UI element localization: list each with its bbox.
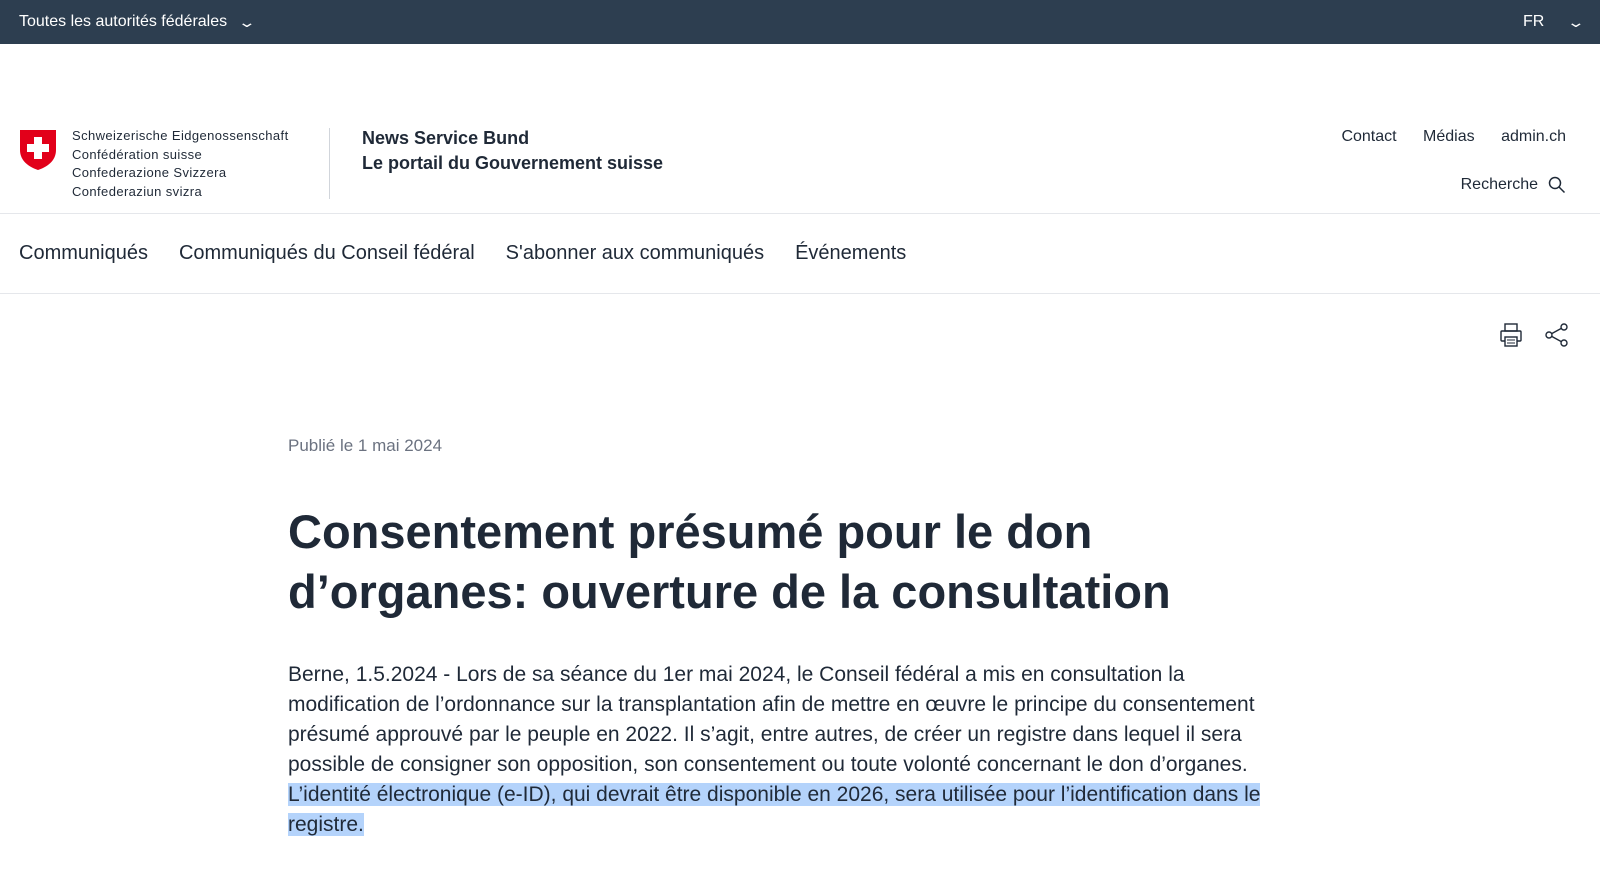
- nav-communiques-conseil-federal[interactable]: Communiqués du Conseil fédéral: [179, 242, 475, 265]
- article-title-line-1: Consentement présumé pour le don: [288, 505, 1093, 558]
- publication-date: Publié le 1 mai 2024: [288, 436, 443, 455]
- confederation-name-it: Confederazione Svizzera: [72, 165, 227, 180]
- header-divider: [329, 128, 330, 199]
- confederation-name-fr: Confédération suisse: [72, 146, 203, 162]
- nav-evenements[interactable]: Événements: [795, 242, 906, 265]
- top-bar: Toutes les autorités fédérales ⌄ FR ⌄: [0, 0, 1600, 44]
- search-label: Recherche: [1460, 176, 1538, 193]
- share-icon: [1545, 323, 1568, 347]
- article: Publié le 1 mai 2024 Consentement présum…: [288, 436, 1288, 840]
- contact-link[interactable]: Contact: [1341, 128, 1396, 145]
- site-title: News Service Bund: [362, 128, 530, 148]
- chevron-down-icon: ⌄: [237, 14, 257, 30]
- page-actions: [1478, 322, 1570, 353]
- header-tools: Contact Médias admin.ch Recherche: [1319, 128, 1566, 194]
- nav-communiques[interactable]: Communiqués: [19, 242, 148, 265]
- search-button[interactable]: Recherche: [1319, 176, 1566, 194]
- site-title-block[interactable]: News Service Bund Le portail du Gouverne…: [362, 126, 663, 176]
- site-header: Schweizerische Eidgenossenschaft Confédé…: [0, 44, 1600, 214]
- share-button[interactable]: [1544, 322, 1570, 353]
- lead-selected-text: L’identité électronique (e-ID), qui devr…: [288, 783, 1261, 836]
- article-lead: Berne, 1.5.2024 - Lors de sa séance du 1…: [288, 660, 1288, 840]
- confederation-name-rm: Confederaziun svizra: [72, 183, 203, 199]
- site-subtitle: Le portail du Gouvernement suisse: [362, 153, 664, 173]
- admin-link[interactable]: admin.ch: [1501, 128, 1566, 145]
- medias-link[interactable]: Médias: [1423, 128, 1475, 145]
- confederation-names: Schweizerische Eidgenossenschaft Confédé…: [72, 127, 289, 201]
- article-title: Consentement présumé pour le don d’organ…: [288, 502, 1288, 622]
- article-title-line-2: d’organes: ouverture de la consultation: [288, 565, 1171, 618]
- swiss-coat-of-arms-icon[interactable]: [18, 128, 58, 171]
- authorities-label: Toutes les autorités fédérales: [19, 13, 228, 30]
- authorities-dropdown[interactable]: Toutes les autorités fédérales ⌄: [19, 13, 256, 31]
- language-label: FR: [1522, 13, 1545, 30]
- language-dropdown[interactable]: FR ⌄: [1522, 13, 1586, 31]
- chevron-down-icon: ⌄: [1566, 14, 1586, 30]
- search-icon: [1548, 176, 1566, 194]
- nav-subscribe[interactable]: S'abonner aux communiqués: [506, 242, 764, 265]
- service-links: Contact Médias admin.ch: [1319, 128, 1566, 146]
- printer-icon: [1500, 323, 1522, 347]
- main-navigation: Communiqués Communiqués du Conseil fédér…: [0, 214, 1600, 294]
- print-button[interactable]: [1498, 322, 1524, 353]
- lead-text: Berne, 1.5.2024 - Lors de sa séance du 1…: [288, 663, 1255, 776]
- confederation-name-de: Schweizerische Eidgenossenschaft: [72, 128, 289, 143]
